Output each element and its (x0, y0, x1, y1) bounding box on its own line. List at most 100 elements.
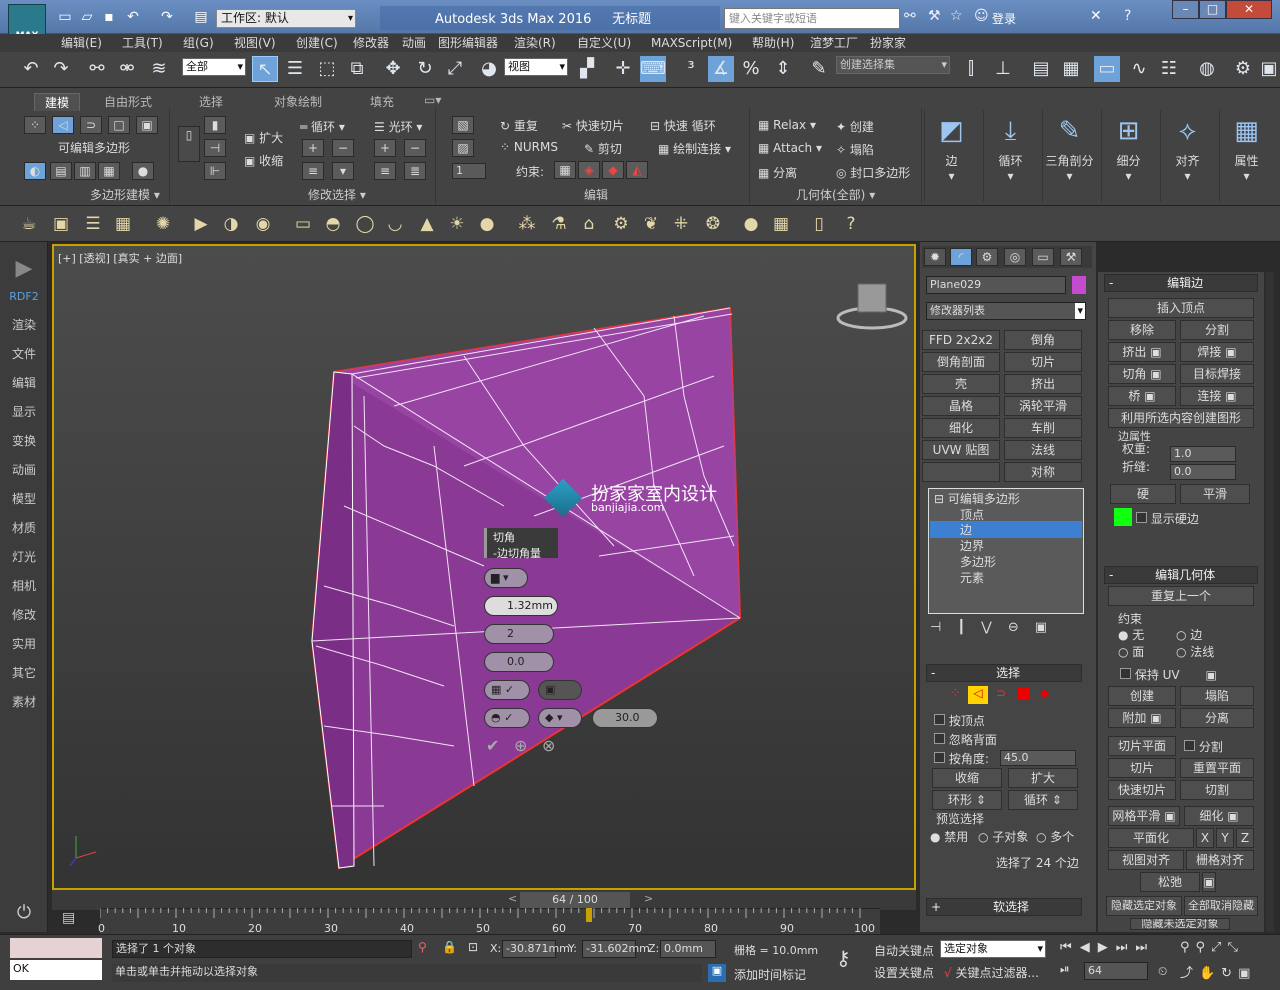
insert-vertex-button[interactable]: 插入顶点 (1108, 298, 1254, 318)
cut-geo-button[interactable]: 切割 (1180, 780, 1254, 800)
open-file-icon[interactable]: ▱ (78, 9, 96, 25)
target-weld-button[interactable]: 目标焊接 (1180, 364, 1254, 384)
align-icon[interactable]: ⊥ (990, 56, 1016, 82)
snaps-toggle-icon[interactable]: ³ (678, 56, 704, 82)
big-triangulate-button[interactable]: ✎ 三角剖分 ▾ (1042, 110, 1096, 202)
edit-named-sel-icon[interactable]: ✎ (806, 56, 832, 82)
redo-icon[interactable]: ↷ (158, 9, 176, 25)
sidebar-arrow-icon[interactable]: ▶ (0, 256, 48, 281)
render-camera-icon[interactable]: ◉ (250, 211, 276, 237)
unlink-icon[interactable]: ⚮ (114, 56, 140, 82)
render-frame-icon[interactable]: ▣ (1256, 56, 1280, 82)
layers-icon[interactable]: ▦ (1058, 56, 1084, 82)
current-frame-field[interactable]: 64 (1084, 962, 1148, 980)
constraint-none-radio[interactable]: ● 无 (1118, 626, 1144, 643)
help-circle-icon[interactable]: ? (838, 211, 864, 237)
material-editor-icon[interactable]: ◍ (1194, 56, 1220, 82)
loop-shrink-icon[interactable]: − (332, 139, 354, 157)
preview-off-radio[interactable]: ● 禁用 (930, 828, 968, 845)
big-properties-button[interactable]: ▦ 属性 ▾ (1219, 110, 1273, 202)
layer-explorer-icon[interactable]: ▤ (1028, 56, 1054, 82)
big-edge-button[interactable]: ◩ 边 ▾ (924, 110, 978, 202)
angle-spinner[interactable]: 45.0 (1000, 750, 1076, 766)
login-link[interactable]: 登录 (992, 10, 1016, 27)
menu-edit[interactable]: 编辑(E) (61, 34, 102, 52)
percent-snap-icon[interactable]: % (738, 56, 764, 82)
preserve-uv-button[interactable]: ▧ (452, 116, 474, 134)
connect-button[interactable]: 连接 ▣ (1180, 386, 1254, 406)
curve-editor-icon[interactable]: ∿ (1126, 56, 1152, 82)
hard-button[interactable]: 硬 (1110, 484, 1176, 504)
detach-geo-button[interactable]: 分离 (1180, 708, 1254, 728)
border-sel-icon[interactable]: ⊃ (996, 686, 1006, 700)
vertex-mode-icon[interactable]: ⁘ (24, 116, 46, 134)
exchange-icon[interactable]: ✕ (1090, 8, 1102, 24)
dome-light-icon[interactable]: ◓ (320, 211, 346, 237)
tessellate-button[interactable]: 细化 ▣ (1184, 806, 1254, 826)
mod-tessellate[interactable]: 细化 (922, 418, 1000, 438)
isolate-icon[interactable]: ⚲ (418, 940, 427, 954)
detach-button[interactable]: ▦ 分离 (758, 164, 797, 181)
y-coord-field[interactable]: -31.602mm (582, 940, 650, 958)
grass-icon[interactable]: ❦ (638, 211, 664, 237)
loop-mode-icon[interactable]: ≡ (302, 162, 324, 180)
undo-icon[interactable]: ↶ (124, 9, 142, 25)
hair-icon[interactable]: ⁜ (668, 211, 694, 237)
add-time-tag[interactable]: 添加时间标记 (734, 966, 806, 983)
user-icon[interactable]: ☺ (974, 8, 989, 24)
sidebar-item-file[interactable]: 文件 (0, 345, 48, 362)
star-icon[interactable]: ☆ (950, 8, 963, 24)
caddy-mode-dropdown[interactable]: ▆ ▾ (484, 568, 528, 588)
border-mode-icon[interactable]: ⊃ (80, 116, 102, 134)
texture-ball-icon[interactable]: ❂ (700, 211, 726, 237)
create-geo-button[interactable]: 创建 (1108, 686, 1176, 706)
mini-listener-icon[interactable]: ▤ (62, 910, 75, 926)
nav-controls-bottom[interactable]: ⤴✋↻▣ (1180, 962, 1256, 981)
element-mode-icon[interactable]: ▣ (136, 116, 158, 134)
cone-icon[interactable]: ▲ (414, 211, 440, 237)
stack-polygon[interactable]: 多边形 (960, 553, 996, 570)
maxscript-output[interactable]: OK (10, 960, 102, 980)
plane-light-icon[interactable]: ▭ (290, 211, 316, 237)
sidebar-power-icon[interactable]: ⏻ (0, 902, 48, 923)
motion-tab-icon[interactable]: ◎ (1004, 248, 1026, 266)
set-key-button[interactable]: 设置关键点 (874, 964, 934, 981)
show-hard-edges-checkbox[interactable]: 显示硬边 (1136, 510, 1199, 527)
minimize-button[interactable]: – (1172, 0, 1199, 19)
ignore-backface-checkbox[interactable]: 忽略背面 (934, 731, 997, 748)
stack-border[interactable]: 边界 (960, 537, 984, 554)
bowl-icon[interactable]: ◡ (382, 211, 408, 237)
caddy-smooth-mode-dropdown[interactable]: ◆ ▾ (538, 708, 582, 728)
cut-button[interactable]: ✎ 剪切 (584, 140, 622, 157)
stack-editable-poly[interactable]: ⊟ 可编辑多边形 (934, 490, 1020, 507)
close-button[interactable]: ✕ (1226, 0, 1272, 19)
redo-icon[interactable]: ↷ (48, 56, 74, 82)
vertex-sel-icon[interactable]: ⁘ (950, 686, 961, 701)
grid-align-button[interactable]: 栅格对齐 (1186, 850, 1254, 870)
modifier-list-dropdown[interactable]: 修改器列表 ▾ (926, 302, 1086, 320)
repeat-last-button[interactable]: ↻ 重复 (500, 117, 538, 134)
teapot-icon[interactable]: ☕ (16, 211, 42, 237)
window-crossing-icon[interactable]: ⧉ (344, 56, 370, 82)
element-sel-icon[interactable]: ◆ (1040, 686, 1049, 700)
edge-sel-icon[interactable]: ◁ (968, 686, 988, 704)
white-sphere-icon[interactable]: ● (738, 211, 764, 237)
repeat-last-geo-button[interactable]: 重复上一个 (1108, 586, 1254, 606)
sidebar-item-material[interactable]: 材质 (0, 519, 48, 536)
slice-button[interactable]: 切片 (1108, 758, 1176, 778)
swift-loop-button[interactable]: ⊟ 快速 循环 (650, 117, 716, 134)
extrude-button[interactable]: 挤出 ▣ (1108, 342, 1176, 362)
mod-stack-icon[interactable]: ⊣ (204, 139, 226, 157)
planarize-x-button[interactable]: X (1196, 828, 1214, 848)
sphere-icon[interactable]: ◯ (352, 211, 378, 237)
tab-selection[interactable]: 选择 (199, 93, 223, 110)
mirror-icon[interactable]: ⫿ (958, 56, 984, 82)
mod-shell[interactable]: 壳 (922, 374, 1000, 394)
sun-icon[interactable]: ☀ (444, 211, 470, 237)
caddy-inset-toggle[interactable]: ▣ (538, 680, 582, 700)
create-tab-icon[interactable]: ✹ (924, 248, 946, 266)
remove-button[interactable]: 移除 (1108, 320, 1176, 340)
pivot-center-icon[interactable]: ▞ (574, 56, 600, 82)
angle-snap-icon[interactable]: ∡ (708, 56, 734, 82)
camera-icon[interactable]: ▶ (188, 211, 214, 237)
